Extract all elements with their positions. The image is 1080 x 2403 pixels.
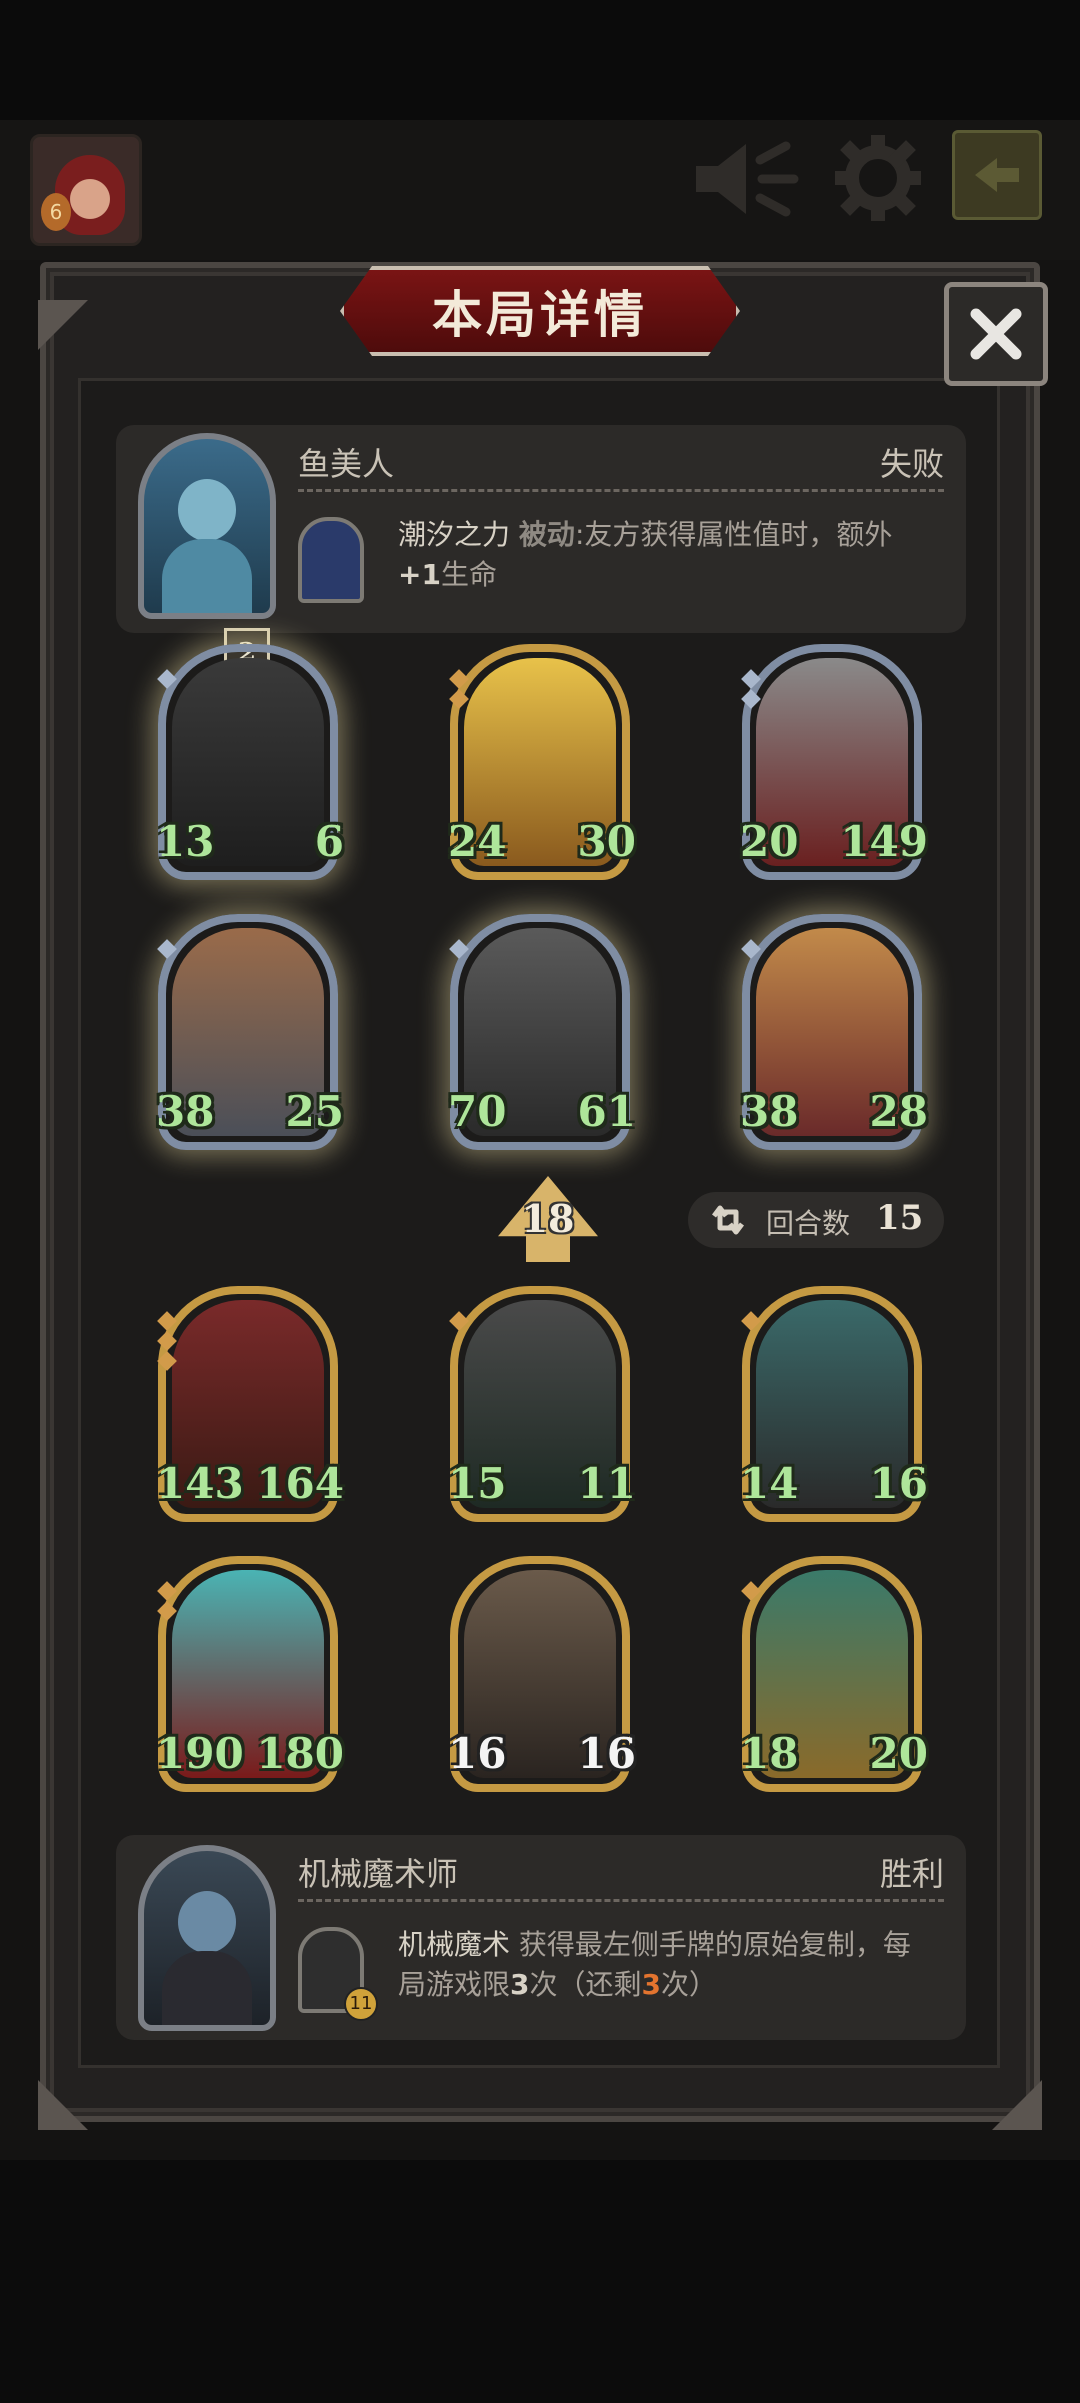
card-health: 149 [840, 815, 928, 868]
skill-text-end: 生命 [440, 558, 497, 591]
opponent-card-2[interactable]: 24 30 [448, 644, 636, 880]
player-card-2[interactable]: 15 11 [448, 1286, 636, 1522]
player-portrait[interactable] [138, 1845, 276, 2031]
card-health: 180 [256, 1727, 344, 1780]
divider [298, 1899, 944, 1902]
card-health: 11 [577, 1457, 636, 1510]
opponent-portrait[interactable] [138, 433, 276, 619]
round-count-label: 回合数 [766, 1207, 851, 1240]
card-attack: 143 [156, 1457, 244, 1510]
skill-name: 潮汐之力 [398, 518, 511, 551]
portrait-head [178, 479, 236, 541]
player-skill-description: 机械魔术 获得最左侧手牌的原始复制，每局游戏限3次（还剩3次） [398, 1925, 938, 2005]
card-attack: 18 [740, 1727, 799, 1780]
card-attack: 15 [448, 1457, 507, 1510]
skill-text-2: 次（还剩 [529, 1968, 642, 2001]
opponent-name: 鱼美人 [298, 445, 395, 483]
bottom-background [0, 2160, 1080, 2403]
card-attack: 16 [448, 1727, 507, 1780]
card-attack: 20 [740, 815, 799, 868]
dialog-title: 本局详情 [432, 286, 648, 344]
card-health: 16 [869, 1457, 928, 1510]
top-background [0, 0, 1080, 120]
opponent-card-4[interactable]: 38 25 [156, 914, 344, 1150]
card-attack: 38 [740, 1085, 799, 1138]
card-attack: 70 [448, 1085, 507, 1138]
skill-bonus: +1 [398, 558, 441, 591]
portrait-head [178, 1891, 236, 1953]
player-result: 胜利 [879, 1855, 944, 1893]
card-health: 61 [577, 1085, 636, 1138]
exit-arrow-icon[interactable] [952, 130, 1042, 220]
skill-type: 被动 [518, 518, 575, 551]
card-attack: 14 [740, 1457, 799, 1510]
opponent-skill-icon[interactable] [298, 517, 364, 603]
opponent-card-5[interactable]: 70 61 [448, 914, 636, 1150]
round-count-pill: 回合数 15 [688, 1192, 944, 1248]
round-cycle-icon [712, 1205, 744, 1235]
opponent-card-1[interactable]: 13 6 [156, 644, 356, 880]
player-avatar-button[interactable]: 6 [30, 134, 142, 246]
close-x-icon [970, 308, 1022, 360]
player-card-6[interactable]: 18 20 [740, 1556, 928, 1792]
card-health: 25 [285, 1085, 344, 1138]
opponent-hero-row: 鱼美人 失败 潮汐之力 被动:友方获得属性值时，额外 +1生命 [116, 425, 966, 633]
card-attack: 13 [156, 815, 215, 868]
speaker-mute-icon[interactable] [690, 138, 800, 220]
player-name: 机械魔术师 [298, 1855, 459, 1893]
card-attack: 190 [156, 1727, 244, 1780]
portrait-body [162, 1951, 252, 2025]
player-hero-row: 机械魔术师 胜利 11 机械魔术 获得最左侧手牌的原始复制，每局游戏限3次（还剩… [116, 1835, 966, 2040]
skill-limit: 3 [510, 1968, 530, 2001]
gear-icon[interactable] [835, 135, 921, 221]
dialog-title-banner: 本局详情 [340, 266, 740, 356]
avatar-badge: 6 [41, 193, 71, 231]
skill-text-3: 次） [661, 1968, 718, 2001]
card-health: 30 [577, 815, 636, 868]
card-attack: 24 [448, 815, 507, 868]
skill-name: 机械魔术 [398, 1928, 511, 1961]
player-tier-badge: 18 [498, 1176, 598, 1262]
opponent-skill-description: 潮汐之力 被动:友方获得属性值时，额外 +1生命 [398, 515, 938, 595]
opponent-result: 失败 [879, 445, 944, 483]
skill-cost-badge: 11 [344, 1987, 378, 2021]
skill-remaining: 3 [641, 1968, 661, 2001]
opponent-card-3[interactable]: 20 149 [740, 644, 928, 880]
card-health: 6 [303, 815, 356, 868]
card-health: 16 [577, 1727, 636, 1780]
player-card-5[interactable]: 16 16 [448, 1556, 636, 1792]
player-card-1[interactable]: 143 164 [156, 1286, 344, 1522]
card-attack: 38 [156, 1085, 215, 1138]
player-tier-value: 18 [521, 1196, 575, 1241]
opponent-card-6[interactable]: 38 28 [740, 914, 928, 1150]
card-health: 28 [869, 1085, 928, 1138]
portrait-body [162, 539, 252, 613]
player-card-4[interactable]: 190 180 [156, 1556, 344, 1792]
divider [298, 489, 944, 492]
player-card-3[interactable]: 14 16 [740, 1286, 928, 1522]
skill-text: :友方获得属性值时，额外 [574, 518, 893, 551]
round-count-value: 15 [876, 1198, 924, 1238]
card-health: 20 [869, 1727, 928, 1780]
card-health: 164 [256, 1457, 344, 1510]
close-button[interactable] [944, 282, 1048, 386]
